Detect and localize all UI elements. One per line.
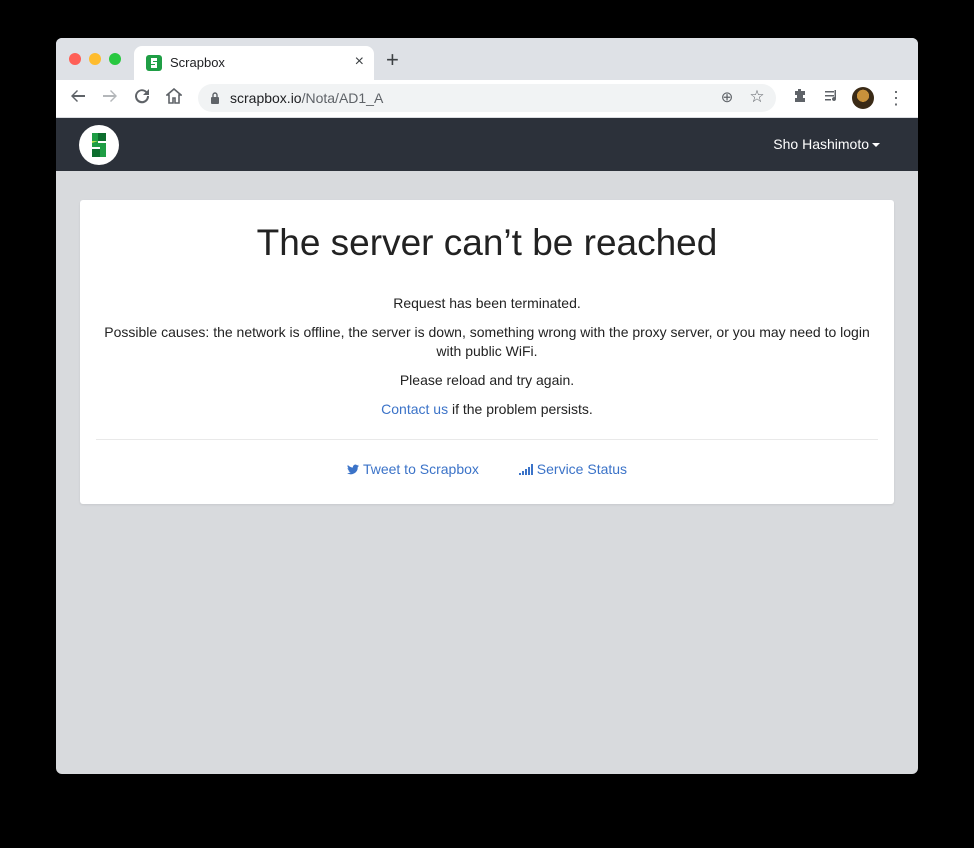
divider [96, 439, 878, 440]
tab-strip: Scrapbox × + [56, 38, 918, 80]
tab-scrapbox[interactable]: Scrapbox × [134, 46, 374, 80]
error-message-terminated: Request has been terminated. [393, 295, 581, 311]
menu-kebab-icon[interactable]: ⋮ [884, 86, 908, 110]
tab-close-icon[interactable]: × [355, 53, 364, 71]
media-control-icon[interactable] [820, 86, 844, 110]
browser-toolbar: scrapbox.io/Nota/AD1_A ⊕ ☆ ⋮ [56, 80, 918, 118]
home-icon[interactable] [162, 86, 186, 110]
zoom-window-button[interactable] [109, 53, 121, 65]
error-card: The server can’t be reached Request has … [80, 200, 894, 504]
contact-suffix-text: if the problem persists. [448, 401, 593, 417]
install-app-icon[interactable]: ⊕ [718, 89, 736, 107]
signal-bars-icon [518, 462, 533, 478]
forward-icon[interactable] [98, 86, 122, 110]
tweet-to-scrapbox-link[interactable]: Tweet to Scrapbox [346, 461, 479, 478]
tweet-link-label: Tweet to Scrapbox [362, 461, 479, 477]
error-message-causes: Possible causes: the network is offline,… [104, 324, 870, 359]
error-message-reload: Please reload and try again. [399, 372, 575, 388]
url-domain: scrapbox.io [230, 90, 302, 106]
tab-title: Scrapbox [170, 55, 225, 70]
scrapbox-logo-icon[interactable] [79, 125, 119, 165]
reload-icon[interactable] [130, 86, 154, 110]
close-window-button[interactable] [69, 53, 81, 65]
service-status-link[interactable]: Service Status [518, 461, 628, 478]
lock-icon [210, 91, 220, 104]
user-name: Sho Hashimoto [773, 136, 869, 152]
extensions-puzzle-icon[interactable] [788, 86, 812, 110]
browser-window: Scrapbox × + scrapbox.io/Nota/AD1_A ⊕ ☆ [56, 38, 918, 774]
user-menu-dropdown[interactable]: Sho Hashimoto [773, 136, 880, 152]
caret-down-icon [872, 143, 880, 148]
status-link-label: Service Status [536, 461, 628, 477]
profile-avatar[interactable] [852, 87, 874, 109]
twitter-icon [346, 462, 359, 478]
back-icon[interactable] [66, 86, 90, 110]
url-text: scrapbox.io/Nota/AD1_A [230, 90, 383, 106]
minimize-window-button[interactable] [89, 53, 101, 65]
bookmark-star-icon[interactable]: ☆ [748, 88, 766, 106]
new-tab-button[interactable]: + [386, 49, 399, 71]
scrapbox-header: Sho Hashimoto [56, 118, 918, 171]
footer-links: Tweet to Scrapbox Service Status [80, 461, 894, 478]
url-path: /Nota/AD1_A [301, 90, 384, 106]
scrapbox-favicon-icon [146, 55, 162, 71]
error-title: The server can’t be reached [256, 222, 718, 263]
address-bar[interactable]: scrapbox.io/Nota/AD1_A ⊕ ☆ [198, 84, 776, 112]
contact-us-link[interactable]: Contact us [381, 401, 448, 417]
error-message-contact: Contact us if the problem persists. [100, 400, 874, 419]
